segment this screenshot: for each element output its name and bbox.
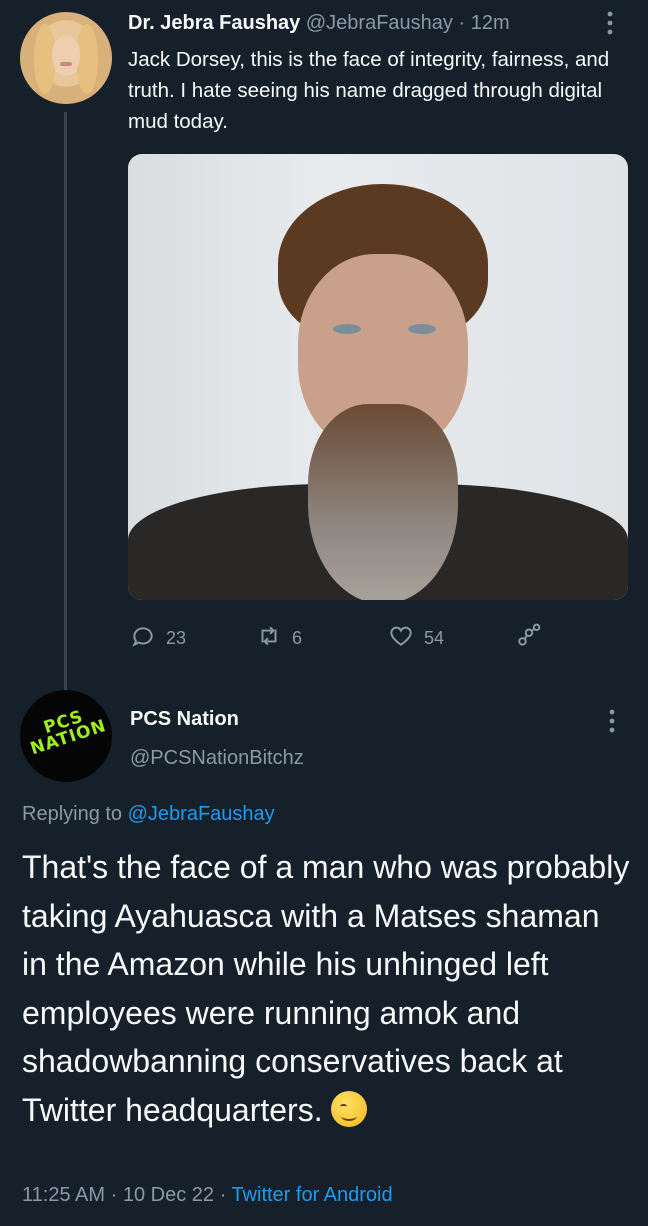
retweet-icon (256, 623, 282, 654)
share-icon (516, 623, 542, 654)
parent-tweet-photo[interactable] (128, 154, 628, 600)
parent-handle[interactable]: @JebraFaushay (306, 12, 453, 34)
retweet-action[interactable]: 6 (256, 623, 302, 654)
reply-date: 10 Dec 22 (122, 1184, 214, 1206)
avatar-face (52, 36, 80, 74)
parent-display-name[interactable]: Dr. Jebra Faushay (128, 12, 300, 34)
reply-source-link[interactable]: Twitter for Android (231, 1184, 392, 1206)
replying-to-line: Replying to @JebraFaushay (22, 803, 275, 826)
avatar-pcs-nation[interactable]: PCS NATION (20, 690, 112, 782)
reply-meta-separator-1: · (110, 1184, 118, 1206)
parent-tweet-header: Dr. Jebra Faushay @JebraFaushay · 12m (128, 12, 510, 35)
reply-time: 11:25 AM (22, 1184, 106, 1206)
photo-eye-left (333, 324, 361, 334)
heart-icon (388, 623, 414, 654)
retweet-count: 6 (292, 627, 303, 648)
photo-beard (308, 404, 458, 600)
reply-count: 23 (166, 627, 187, 648)
avatar-jebra-faushay[interactable] (20, 12, 112, 104)
like-count: 54 (424, 627, 445, 648)
reply-meta: 11:25 AM · 10 Dec 22 · Twitter for Andro… (22, 1184, 393, 1207)
share-action[interactable] (516, 623, 542, 654)
reply-more-icon[interactable] (606, 708, 618, 734)
parent-time[interactable]: 12m (471, 12, 510, 34)
reply-tweet-text-block: That's the face of a man who was probabl… (22, 843, 632, 1134)
reply-handle[interactable]: @PCSNationBitchz (130, 747, 304, 770)
reply-icon (130, 623, 156, 654)
replying-prefix: Replying to (22, 803, 123, 825)
thread-line (64, 112, 67, 690)
reply-display-name[interactable]: PCS Nation (130, 708, 239, 731)
parent-action-bar: 23 6 54 (0, 623, 648, 654)
replying-mention-link[interactable]: @JebraFaushay (128, 803, 275, 825)
parent-tweet-text: Jack Dorsey, this is the face of integri… (128, 48, 610, 133)
parent-separator: · (458, 12, 466, 34)
photo-eye-right (408, 324, 436, 334)
reply-action[interactable]: 23 (130, 623, 186, 654)
avatar-lips (60, 62, 72, 66)
smirking-face-emoji-icon (331, 1090, 368, 1127)
reply-meta-separator-2: · (219, 1184, 227, 1206)
reply-tweet-text: That's the face of a man who was probabl… (22, 849, 630, 1128)
like-action[interactable]: 54 (388, 623, 444, 654)
pcs-nation-logo: PCS NATION (27, 706, 109, 760)
parent-more-icon[interactable] (604, 10, 616, 36)
